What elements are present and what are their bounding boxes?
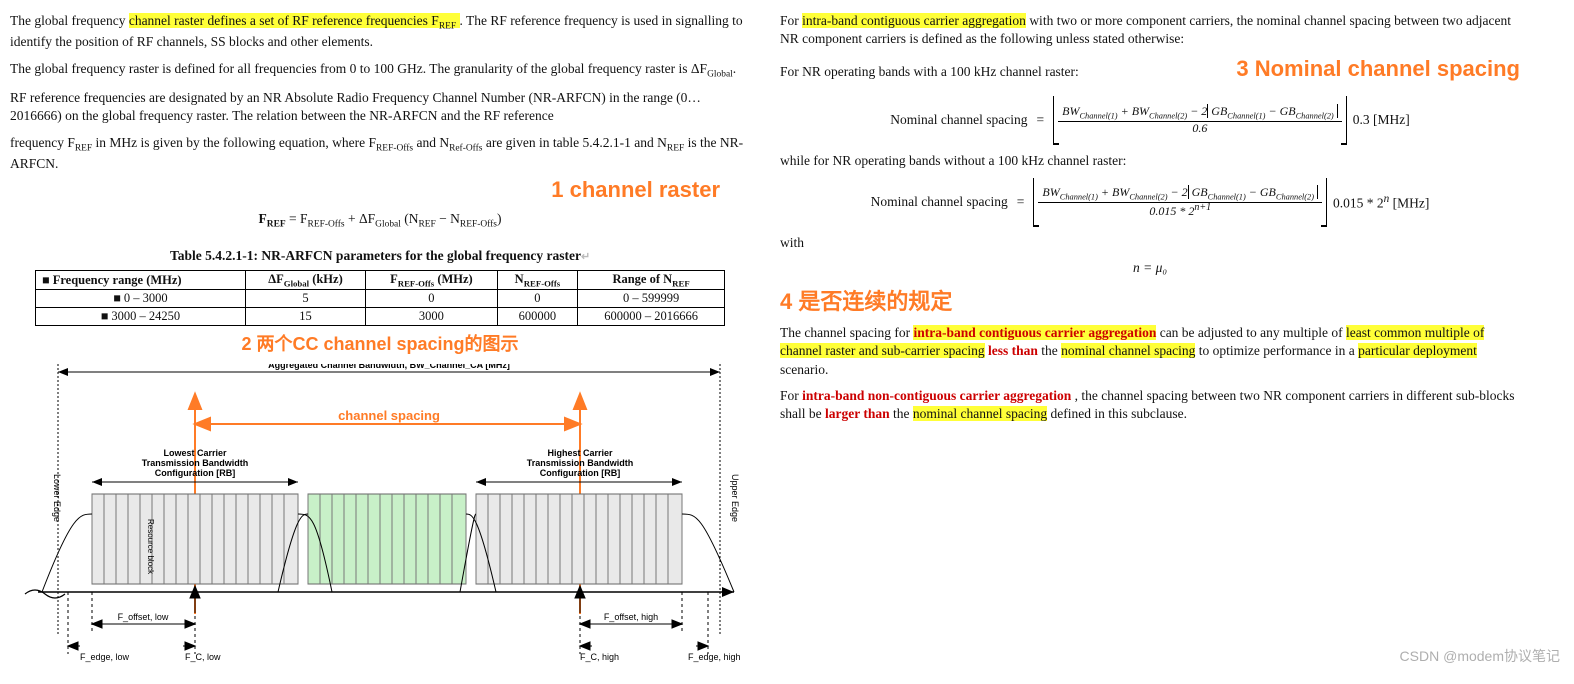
svg-text:Highest Carrier: Highest Carrier <box>547 448 613 458</box>
nr-arfcn-table: Frequency range (MHz) ΔFGlobal (kHz) FRE… <box>35 270 725 327</box>
hl-red-contiguous: intra-band contiguous carrier aggregatio… <box>913 325 1156 340</box>
hl-particular-deployment: particular deployment <box>1358 343 1477 358</box>
hl-channel-raster: channel raster defines a set of RF refer… <box>129 13 460 28</box>
annot-3-nominal: 3 Nominal channel spacing <box>1236 56 1520 82</box>
svg-text:F_offset, low: F_offset, low <box>118 612 169 622</box>
carrier-aggregation-diagram: Aggregated Channel Bandwidth, BW_Channel… <box>20 364 740 664</box>
th-freq-range: Frequency range (MHz) <box>36 270 246 290</box>
red-non-contiguous: intra-band non-contiguous carrier aggreg… <box>802 388 1071 403</box>
para-global-granularity: The global frequency raster is defined f… <box>10 60 750 81</box>
table-title: Table 5.4.2.1-1: NR-ARFCN parameters for… <box>10 248 750 264</box>
svg-text:F_edge, high: F_edge, high <box>688 652 740 662</box>
hl-nominal-spacing-1: nominal channel spacing <box>1061 343 1195 358</box>
svg-text:Upper Edge: Upper Edge <box>730 474 740 522</box>
annot-1-channel-raster: 1 channel raster <box>10 177 750 203</box>
annot-2-cc-spacing: 2 两个CC channel spacing的图示 <box>10 330 750 356</box>
svg-text:F_C, low: F_C, low <box>185 652 221 662</box>
table-row: 3000 – 24250 15 3000 600000 600000 – 201… <box>36 308 725 326</box>
para-100khz: For NR operating bands with a 100 kHz ch… <box>780 63 1079 81</box>
right-column: For intra-band contiguous carrier aggreg… <box>780 4 1520 664</box>
th-fref-offs: FREF-Offs (MHz) <box>366 270 498 290</box>
svg-text:Transmission Bandwidth: Transmission Bandwidth <box>142 458 249 468</box>
para-arfcn-range: RF reference frequencies are designated … <box>10 89 750 125</box>
svg-text:F_C, high: F_C, high <box>580 652 619 662</box>
svg-text:Configuration [RB]: Configuration [RB] <box>155 468 235 478</box>
left-column: The global frequency channel raster defi… <box>10 4 750 664</box>
th-df-global: ΔFGlobal (kHz) <box>245 270 365 290</box>
table-row: 0 – 3000 5 0 0 0 – 599999 <box>36 290 725 308</box>
with-label: with <box>780 234 1520 252</box>
svg-text:Lower Edge: Lower Edge <box>52 474 62 522</box>
annot-4-contiguity-rule: 4 是否连续的规定 <box>780 284 1520 316</box>
para-intra-band-intro: For intra-band contiguous carrier aggreg… <box>780 12 1520 48</box>
hl-nominal-spacing-2: nominal channel spacing <box>913 406 1047 421</box>
para-adjust-spacing: The channel spacing for intra-band conti… <box>780 324 1520 379</box>
svg-text:Aggregated Channel Bandwidth,: Aggregated Channel Bandwidth, BW_Channel… <box>268 364 510 370</box>
svg-text:Configuration [RB]: Configuration [RB] <box>540 468 620 478</box>
th-range-nref: Range of NREF <box>578 270 725 290</box>
svg-text:Resource block: Resource block <box>146 519 155 575</box>
formula-nominal-100khz: Nominal channel spacing = BWChannel(1) +… <box>780 96 1520 144</box>
svg-text:channel spacing: channel spacing <box>338 408 440 423</box>
svg-text:Transmission Bandwidth: Transmission Bandwidth <box>527 458 634 468</box>
red-less-than: less than <box>988 343 1038 358</box>
svg-text:F_edge, low: F_edge, low <box>80 652 130 662</box>
table-head: Frequency range (MHz) ΔFGlobal (kHz) FRE… <box>36 270 725 290</box>
svg-text:Lowest Carrier: Lowest Carrier <box>163 448 227 458</box>
equation-fref: FREF = FREF-Offs + ΔFGlobal (NREF − NREF… <box>10 211 750 230</box>
para-non-contiguous: For intra-band non-contiguous carrier ag… <box>780 387 1520 423</box>
red-larger-than: larger than <box>825 406 890 421</box>
para-without-100khz: while for NR operating bands without a 1… <box>780 152 1520 170</box>
hl-intra-contiguous: intra-band contiguous carrier aggregatio… <box>802 13 1026 28</box>
formula-nominal-no100khz: Nominal channel spacing = BWChannel(1) +… <box>780 178 1520 226</box>
th-nref-offs: NREF-Offs <box>497 270 577 290</box>
svg-text:F_offset, high: F_offset, high <box>604 612 658 622</box>
n-eq: n = μ₀ <box>780 260 1520 276</box>
para-fref-definition: frequency FREF in MHz is given by the fo… <box>10 134 750 174</box>
text: The global frequency <box>10 13 129 28</box>
para-global-raster: The global frequency channel raster defi… <box>10 12 750 52</box>
